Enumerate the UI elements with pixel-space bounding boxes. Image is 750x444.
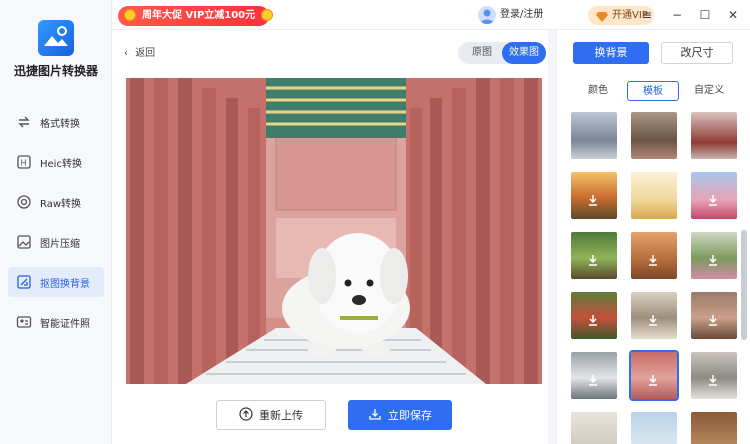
format-convert-icon xyxy=(16,114,32,130)
result-image xyxy=(126,78,542,384)
subtab-template[interactable]: 模板 xyxy=(627,81,679,101)
download-icon xyxy=(647,371,659,386)
template-thumbnail[interactable] xyxy=(571,112,617,159)
template-thumbnail[interactable] xyxy=(691,112,737,159)
download-icon xyxy=(647,311,659,326)
avatar xyxy=(478,6,496,24)
minimize-icon[interactable]: − xyxy=(668,6,686,24)
view-toggle: 原图 效果图 xyxy=(458,42,546,64)
view-effect-button[interactable]: 效果图 xyxy=(502,42,546,64)
promo-banner[interactable]: 周年大促 VIP立减100元 xyxy=(118,6,274,26)
id-photo-icon xyxy=(16,314,32,330)
sidebar-item-label: 格式转换 xyxy=(40,118,80,130)
download-icon xyxy=(587,251,599,266)
download-icon xyxy=(707,371,719,386)
image-compress-icon xyxy=(16,234,32,250)
sidebar-item-heic[interactable]: H Heic转换 xyxy=(8,147,104,177)
maximize-icon[interactable]: ☐ xyxy=(696,6,714,24)
preview-area: ‹ 返回 原图 效果图 重新上传 立即保存 xyxy=(112,30,548,444)
save-button[interactable]: 立即保存 xyxy=(348,400,452,430)
sidebar-item-label: 抠图换背景 xyxy=(40,278,90,290)
sidebar-item-cutout[interactable]: 抠图换背景 xyxy=(8,267,104,297)
back-label: 返回 xyxy=(135,48,156,59)
template-thumbnail[interactable] xyxy=(631,172,677,219)
template-thumbnail[interactable] xyxy=(631,112,677,159)
heic-icon: H xyxy=(16,154,32,170)
template-thumbnail[interactable] xyxy=(631,292,677,339)
sidebar-item-label: Heic转换 xyxy=(40,158,82,170)
scrollbar[interactable] xyxy=(741,230,747,340)
template-thumbnail[interactable] xyxy=(571,352,617,399)
template-thumbnail[interactable] xyxy=(571,412,617,444)
template-thumbnail[interactable] xyxy=(571,232,617,279)
download-icon xyxy=(647,251,659,266)
view-original-button[interactable]: 原图 xyxy=(464,42,500,64)
download-icon xyxy=(587,371,599,386)
upload-icon xyxy=(239,406,253,424)
coin-icon xyxy=(124,9,136,21)
chevron-left-icon: ‹ xyxy=(124,48,128,59)
download-icon xyxy=(707,191,719,206)
template-thumbnail[interactable] xyxy=(691,292,737,339)
login-label: 登录/注册 xyxy=(500,9,544,20)
template-thumbnail[interactable] xyxy=(571,172,617,219)
download-icon xyxy=(587,191,599,206)
download-icon xyxy=(707,311,719,326)
template-thumbnail[interactable] xyxy=(691,412,737,444)
download-icon xyxy=(707,251,719,266)
sidebar-item-label: 智能证件照 xyxy=(40,318,90,330)
tab-change-background[interactable]: 换背景 xyxy=(573,42,649,64)
sidebar-item-format-convert[interactable]: 格式转换 xyxy=(8,107,104,137)
subtab-color[interactable]: 颜色 xyxy=(583,81,613,101)
settings-panel: 换背景 改尺寸 颜色 模板 自定义 xyxy=(556,30,750,444)
menu-icon[interactable]: ≡ xyxy=(638,6,656,24)
top-bar: 周年大促 VIP立减100元 登录/注册 开通VIP ≡ − ☐ ✕ xyxy=(112,0,750,30)
template-thumbnail-selected[interactable] xyxy=(631,352,677,399)
subtab-custom[interactable]: 自定义 xyxy=(689,81,729,101)
sidebar-item-compress[interactable]: 图片压缩 xyxy=(8,227,104,257)
save-label: 立即保存 xyxy=(388,409,432,422)
template-thumbnail[interactable] xyxy=(691,352,737,399)
sidebar-item-label: Raw转换 xyxy=(40,198,82,210)
template-thumbnail[interactable] xyxy=(631,412,677,444)
back-button[interactable]: ‹ 返回 xyxy=(124,44,155,59)
template-grid xyxy=(571,112,747,444)
reupload-label: 重新上传 xyxy=(259,409,303,422)
cutout-icon xyxy=(16,274,32,290)
sidebar: 迅捷图片转换器 格式转换 H Heic转换 Raw转换 图片压缩 抠图换背景 智… xyxy=(0,0,112,444)
sidebar-item-label: 图片压缩 xyxy=(40,238,80,250)
login-button[interactable]: 登录/注册 xyxy=(478,5,543,25)
app-logo xyxy=(38,20,74,56)
app-title: 迅捷图片转换器 xyxy=(13,64,98,78)
template-thumbnail[interactable] xyxy=(571,292,617,339)
sidebar-item-id-photo[interactable]: 智能证件照 xyxy=(8,307,104,337)
template-thumbnail[interactable] xyxy=(691,172,737,219)
diamond-icon xyxy=(596,10,608,22)
coin-icon xyxy=(261,9,274,21)
promo-text: 周年大促 VIP立减100元 xyxy=(142,10,256,21)
download-icon xyxy=(587,311,599,326)
svg-text:H: H xyxy=(21,159,27,168)
template-thumbnail[interactable] xyxy=(691,232,737,279)
reupload-button[interactable]: 重新上传 xyxy=(216,400,326,430)
close-icon[interactable]: ✕ xyxy=(724,6,742,24)
sidebar-item-raw[interactable]: Raw转换 xyxy=(8,187,104,217)
download-icon xyxy=(368,407,382,424)
template-thumbnail[interactable] xyxy=(631,232,677,279)
tab-resize[interactable]: 改尺寸 xyxy=(661,42,733,64)
raw-icon xyxy=(16,194,32,210)
